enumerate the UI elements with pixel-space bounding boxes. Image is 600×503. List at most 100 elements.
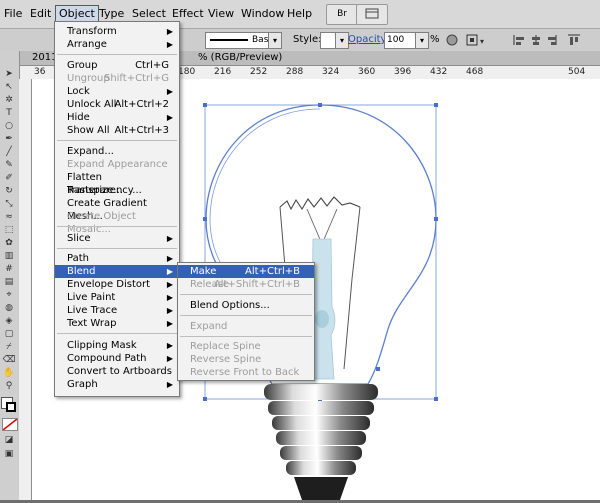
menu-item-blend-expand[interactable]: Expand [178, 320, 314, 333]
pencil-tool-icon[interactable]: ✐ [2, 173, 16, 184]
menu-type[interactable]: Type [96, 6, 127, 22]
menu-help[interactable]: Help [284, 6, 315, 22]
ruler-tick: 252 [250, 67, 268, 77]
blend-tool-icon[interactable]: ◍ [2, 303, 16, 314]
menu-item-expand[interactable]: Expand... [55, 145, 179, 158]
menu-item-reverse-front-to-back[interactable]: Reverse Front to Back [178, 366, 314, 379]
menu-separator [57, 248, 177, 249]
live-paint-tool-icon[interactable]: ◈ [2, 316, 16, 327]
submenu-arrow-icon: ▶ [166, 234, 173, 243]
drawing-mode-icon[interactable]: ◪ [2, 435, 16, 446]
menu-item-graph[interactable]: Graph ▶ [55, 378, 179, 391]
menu-file[interactable]: File [1, 6, 25, 22]
menu-item-create-gradient-mesh[interactable]: Create Gradient Mesh... [55, 197, 179, 222]
menu-item-label: Graph [67, 379, 98, 390]
menu-item-make[interactable]: Make Alt+Ctrl+B [178, 265, 314, 278]
gradient-tool-icon[interactable]: ▤ [2, 277, 16, 288]
opacity-input[interactable]: 100 [384, 32, 416, 49]
scale-tool-icon[interactable]: ⤡ [2, 199, 16, 210]
menu-item-group[interactable]: Group Ctrl+G [55, 59, 179, 72]
opacity-arrow[interactable]: ▾ [415, 32, 429, 49]
stroke-style-arrow[interactable]: ▾ [268, 32, 282, 49]
ruler-tick: 180 [178, 67, 196, 77]
paintbrush-tool-icon[interactable]: ✎ [2, 160, 16, 171]
menu-item-live-trace[interactable]: Live Trace ▶ [55, 304, 179, 317]
menu-item-shortcut: Alt+Shift+Ctrl+B [213, 279, 300, 290]
submenu-arrow-icon: ▶ [166, 319, 173, 328]
stroke-swatch[interactable] [6, 402, 16, 412]
menu-item-label: Reverse Front to Back [190, 367, 300, 378]
menu-item-reverse-spine[interactable]: Reverse Spine [178, 353, 314, 366]
warp-tool-icon[interactable]: ≈ [2, 212, 16, 223]
menu-effect[interactable]: Effect [169, 6, 207, 22]
hand-tool-icon[interactable]: ✋ [2, 368, 16, 379]
menu-window[interactable]: Window [238, 6, 287, 22]
graph-tool-icon[interactable]: ▥ [2, 251, 16, 262]
menu-item-clipping-mask[interactable]: Clipping Mask ▶ [55, 339, 179, 352]
line-tool-icon[interactable]: ╱ [2, 147, 16, 158]
menu-view[interactable]: View [205, 6, 237, 22]
menu-item-create-object-mosaic[interactable]: Create Object Mosaic... [55, 210, 179, 235]
pen-tool-icon[interactable]: ✒ [2, 134, 16, 145]
slice-tool-icon[interactable]: ⌿ [2, 342, 16, 353]
zoom-tool-icon[interactable]: ⚲ [2, 381, 16, 392]
style-arrow[interactable]: ▾ [335, 32, 349, 49]
ellipse-tool-icon[interactable]: ○ [2, 121, 16, 132]
menu-item-hide[interactable]: Hide ▶ [55, 111, 179, 124]
menu-item-text-wrap[interactable]: Text Wrap ▶ [55, 317, 179, 330]
style-swatch[interactable] [320, 32, 336, 49]
menu-item-blend-options[interactable]: Blend Options... [178, 299, 314, 312]
menu-item-compound-path[interactable]: Compound Path ▶ [55, 352, 179, 365]
menu-item-label: Live Paint [67, 292, 116, 303]
screen-mode-icon[interactable]: ▣ [2, 449, 16, 460]
menu-item-slice[interactable]: Slice ▶ [55, 232, 179, 245]
menu-item-show-all[interactable]: Show All Alt+Ctrl+3 [55, 124, 179, 137]
align-top-icon[interactable] [568, 34, 580, 45]
menu-item-blend[interactable]: Blend ▶ [55, 265, 179, 278]
menu-item-path[interactable]: Path ▶ [55, 252, 179, 265]
menu-item-lock[interactable]: Lock ▶ [55, 85, 179, 98]
menu-item-arrange[interactable]: Arrange ▶ [55, 38, 179, 51]
menu-item-flatten-transparency[interactable]: Flatten Transparency... [55, 171, 179, 196]
menu-item-unlock-all[interactable]: Unlock All Alt+Ctrl+2 [55, 98, 179, 111]
vertical-ruler[interactable] [19, 79, 32, 500]
menu-item-convert-to-artboards[interactable]: Convert to Artboards [55, 365, 179, 378]
recolor-icon[interactable] [446, 34, 458, 46]
menu-select[interactable]: Select [129, 6, 169, 22]
align-center-icon[interactable] [532, 35, 540, 45]
menu-item-shortcut: Shift+Ctrl+G [103, 73, 169, 84]
selection-tool-icon[interactable]: ➤ [2, 69, 16, 80]
align-icon[interactable] [466, 34, 478, 46]
none-color-icon[interactable] [2, 418, 18, 431]
menu-item-live-paint[interactable]: Live Paint ▶ [55, 291, 179, 304]
eyedropper-tool-icon[interactable]: ⌖ [2, 290, 16, 301]
mesh-tool-icon[interactable]: # [2, 264, 16, 275]
submenu-arrow-icon: ▶ [166, 354, 173, 363]
menu-item-ungroup[interactable]: Ungroup Shift+Ctrl+G [55, 72, 179, 85]
magic-wand-tool-icon[interactable]: ✲ [2, 95, 16, 106]
align-right-icon[interactable] [548, 35, 557, 45]
type-tool-icon[interactable]: T [2, 108, 16, 119]
align-left-icon[interactable] [513, 35, 524, 45]
document-title: % (RGB/Preview) [198, 52, 283, 63]
menu-item-transform[interactable]: Transform ▶ [55, 25, 179, 38]
direct-selection-tool-icon[interactable]: ↖ [2, 82, 16, 93]
menu-edit[interactable]: Edit [27, 6, 54, 22]
symbol-sprayer-tool-icon[interactable]: ✿ [2, 238, 16, 249]
artboard-tool-icon[interactable]: ▢ [2, 329, 16, 340]
menu-item-rasterize[interactable]: Rasterize... [55, 184, 179, 197]
free-transform-tool-icon[interactable]: ⬚ [2, 225, 16, 236]
menu-item-expand-appearance[interactable]: Expand Appearance [55, 158, 179, 171]
menu-item-replace-spine[interactable]: Replace Spine [178, 340, 314, 353]
stroke-style-dropdown[interactable]: Basic [205, 32, 276, 49]
menu-item-release[interactable]: Release Alt+Shift+Ctrl+B [178, 278, 314, 291]
screw-base-ring [280, 446, 362, 460]
opacity-link[interactable]: Opacity: [348, 32, 389, 48]
menu-item-envelope-distort[interactable]: Envelope Distort ▶ [55, 278, 179, 291]
bridge-button[interactable]: Br [326, 4, 358, 25]
transform-menu-icon[interactable]: ▾ [480, 37, 484, 46]
eraser-tool-icon[interactable]: ⌫ [2, 355, 16, 366]
submenu-arrow-icon: ▶ [166, 267, 173, 276]
arrange-documents-button[interactable] [356, 4, 388, 25]
rotate-tool-icon[interactable]: ↻ [2, 186, 16, 197]
